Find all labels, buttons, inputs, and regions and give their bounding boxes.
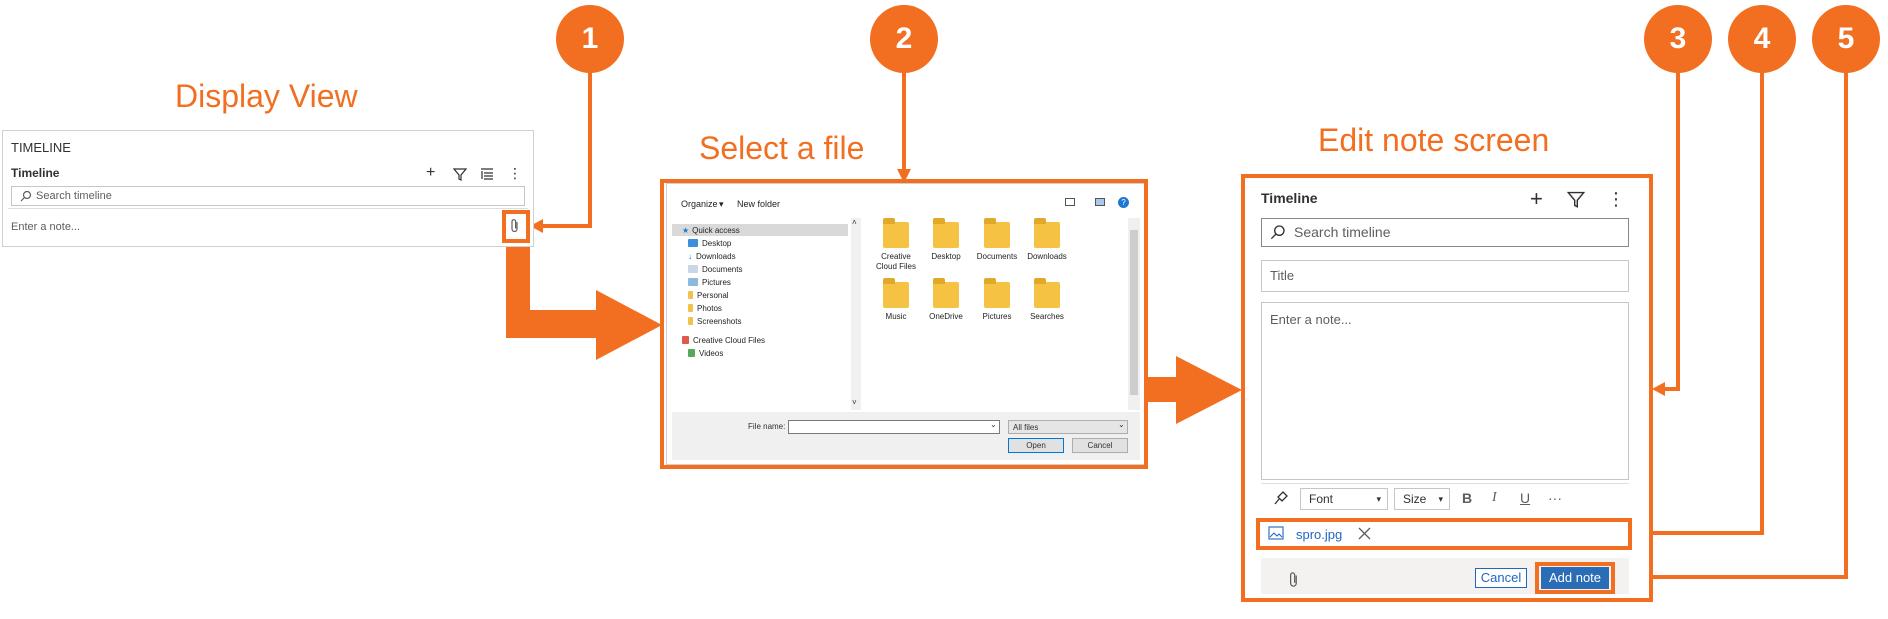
add-icon[interactable]: + <box>426 165 435 181</box>
sort-icon[interactable] <box>480 167 494 181</box>
arrow-3-head <box>1652 382 1665 396</box>
search-placeholder: Search timeline <box>36 190 112 202</box>
heading-display-view: Display View <box>175 78 358 114</box>
timeline-label: Timeline <box>11 166 60 180</box>
filter-icon[interactable] <box>453 167 467 181</box>
heading-edit-note: Edit note screen <box>1318 122 1550 158</box>
big-arrow-to-edit <box>1148 356 1242 424</box>
timeline-section-title: TIMELINE <box>11 140 71 155</box>
callout-badge-1: 1 <box>556 5 624 73</box>
arrow-3 <box>1664 72 1680 391</box>
callout-badge-2: 2 <box>870 5 938 73</box>
more-options-icon[interactable]: ⋮ <box>508 166 522 180</box>
search-icon <box>20 190 32 202</box>
highlight-paperclip <box>502 210 530 243</box>
arrow-1 <box>540 72 592 228</box>
heading-select-file: Select a file <box>699 130 865 166</box>
divider <box>8 208 528 209</box>
highlight-file-dialog <box>660 179 1148 469</box>
callout-badge-4: 4 <box>1728 5 1796 73</box>
arrow-4 <box>1644 72 1764 535</box>
big-arrow-to-dialog <box>506 240 662 360</box>
arrow-5 <box>1628 72 1848 579</box>
note-input[interactable]: Enter a note... <box>11 221 80 233</box>
highlight-edit-panel <box>1241 174 1653 602</box>
callout-badge-5: 5 <box>1812 5 1880 73</box>
callout-badge-3: 3 <box>1644 5 1712 73</box>
